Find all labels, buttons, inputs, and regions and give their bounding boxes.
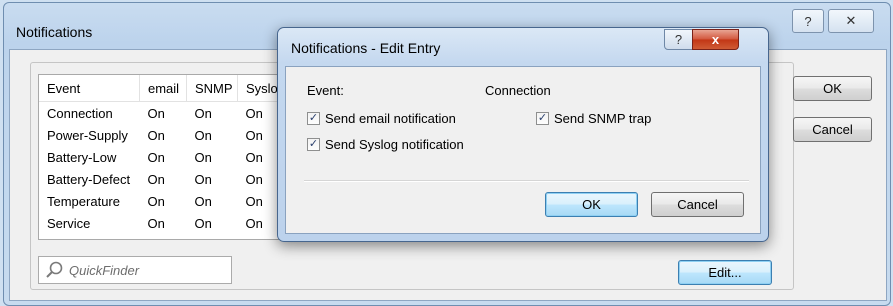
cell-snmp: On bbox=[194, 171, 212, 187]
cell-event: Power-Supply bbox=[47, 127, 128, 143]
cell-snmp: On bbox=[194, 149, 212, 165]
table-header: Event email SNMP Syslo bbox=[39, 75, 287, 102]
cell-event: Temperature bbox=[47, 193, 120, 209]
cell-event: Service bbox=[47, 215, 91, 231]
close-icon: ✕ bbox=[845, 13, 857, 28]
cell-snmp: On bbox=[194, 105, 212, 121]
window-title: Notifications bbox=[16, 24, 93, 40]
edit-entry-dialog: Notifications - Edit Entry ? x Event: Co… bbox=[277, 27, 769, 242]
table-row[interactable]: Battery-Defect On On On bbox=[39, 168, 287, 190]
event-value: Connection bbox=[485, 83, 551, 98]
edit-button[interactable]: Edit... bbox=[678, 260, 772, 285]
quickfinder-placeholder: QuickFinder bbox=[69, 262, 140, 278]
events-table[interactable]: Event email SNMP Syslo Connection On On … bbox=[38, 74, 298, 240]
cell-snmp: On bbox=[194, 127, 212, 143]
dialog-close-button[interactable]: x bbox=[692, 29, 739, 50]
send-snmp-label: Send SNMP trap bbox=[554, 111, 652, 126]
checkbox-checked-icon: ✓ bbox=[536, 112, 549, 125]
send-syslog-checkbox[interactable]: ✓ Send Syslog notification bbox=[307, 137, 464, 152]
column-header-snmp[interactable]: SNMP bbox=[186, 75, 238, 102]
table-row[interactable]: Service On On On bbox=[39, 212, 287, 234]
checkbox-checked-icon: ✓ bbox=[307, 112, 320, 125]
cell-email: On bbox=[147, 149, 165, 165]
ok-button[interactable]: OK bbox=[793, 76, 872, 101]
dialog-help-button[interactable]: ? bbox=[664, 29, 693, 50]
table-row[interactable]: Power-Supply On On On bbox=[39, 124, 287, 146]
column-header-email[interactable]: email bbox=[139, 75, 187, 102]
close-icon: x bbox=[711, 32, 720, 47]
table-row[interactable]: Battery-Low On On On bbox=[39, 146, 287, 168]
cell-email: On bbox=[147, 171, 165, 187]
dialog-title: Notifications - Edit Entry bbox=[291, 40, 441, 56]
dialog-separator bbox=[304, 180, 749, 182]
cell-snmp: On bbox=[194, 193, 212, 209]
send-email-checkbox[interactable]: ✓ Send email notification bbox=[307, 111, 456, 126]
cell-email: On bbox=[147, 215, 165, 231]
cell-event: Connection bbox=[47, 105, 113, 121]
help-icon: ? bbox=[674, 32, 683, 47]
cell-email: On bbox=[147, 127, 165, 143]
column-header-event[interactable]: Event bbox=[39, 75, 140, 102]
search-icon bbox=[46, 261, 63, 278]
cell-snmp: On bbox=[194, 215, 212, 231]
checkbox-checked-icon: ✓ bbox=[307, 138, 320, 151]
dialog-ok-button[interactable]: OK bbox=[545, 192, 638, 217]
event-label: Event: bbox=[307, 83, 344, 98]
cell-email: On bbox=[147, 193, 165, 209]
dialog-cancel-button[interactable]: Cancel bbox=[651, 192, 744, 217]
table-row[interactable]: Temperature On On On bbox=[39, 190, 287, 212]
quickfinder-input[interactable]: QuickFinder bbox=[38, 256, 232, 284]
help-icon: ? bbox=[804, 13, 812, 29]
cancel-button[interactable]: Cancel bbox=[793, 117, 872, 142]
help-button[interactable]: ? bbox=[792, 9, 824, 33]
table-row[interactable]: Connection On On On bbox=[39, 102, 287, 125]
close-button[interactable]: ✕ bbox=[828, 9, 874, 33]
send-syslog-label: Send Syslog notification bbox=[325, 137, 464, 152]
cell-email: On bbox=[147, 105, 165, 121]
send-email-label: Send email notification bbox=[325, 111, 456, 126]
cell-event: Battery-Defect bbox=[47, 171, 131, 187]
dialog-client-area: Event: Connection ✓ Send email notificat… bbox=[285, 66, 761, 234]
send-snmp-checkbox[interactable]: ✓ Send SNMP trap bbox=[536, 111, 651, 126]
cell-event: Battery-Low bbox=[47, 149, 117, 165]
